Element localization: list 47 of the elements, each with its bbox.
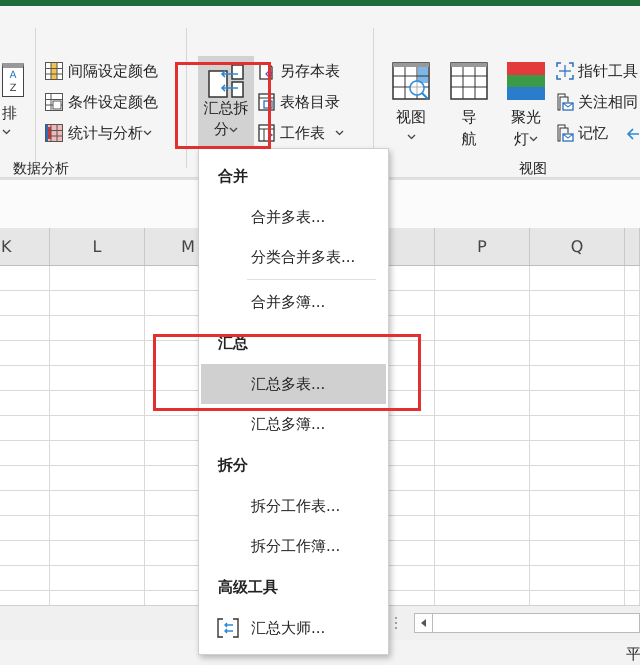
menu-item[interactable]: 汇总多表... (201, 364, 386, 404)
table-search-icon (392, 62, 430, 100)
horizontal-scrollbar[interactable] (414, 613, 640, 633)
ribbon-menu-item[interactable]: 间隔设定颜色 (43, 59, 160, 83)
ribbon-menu-item[interactable]: 另存本表 (258, 59, 340, 83)
group-label: 视图 (519, 160, 547, 179)
ribbon-menu-item[interactable]: 条件设定颜色 (43, 90, 160, 114)
merge-arrows-icon (217, 618, 239, 638)
color-bars-icon (507, 62, 545, 100)
view-button[interactable]: 导 航 (448, 62, 490, 150)
column-header[interactable]: Q (570, 235, 584, 259)
left-arrow-icon[interactable] (626, 127, 640, 141)
table-icon (450, 62, 488, 100)
ribbon-menu-item[interactable]: 工作表 (258, 121, 344, 145)
ribbon-menu-item[interactable]: 统计与分析 (43, 121, 154, 145)
ribbon-menu-item[interactable]: 指针工具 (556, 59, 638, 83)
menu-item[interactable]: 合并多表... (201, 197, 386, 237)
menu-item[interactable]: 汇总大师... (201, 608, 386, 648)
menu-item[interactable]: 分类合并多表... (201, 237, 386, 277)
view-button[interactable]: 聚光 灯 (505, 62, 547, 150)
menu-item[interactable]: 拆分工作簿... (201, 526, 386, 566)
column-header[interactable]: M (181, 235, 195, 259)
drag-handle-icon[interactable] (394, 616, 398, 630)
merge-arrows-icon (208, 64, 244, 98)
file-mail-icon (556, 124, 574, 142)
grid-icon (45, 93, 63, 111)
striped-grid-icon (45, 62, 63, 80)
column-header[interactable]: K (1, 235, 12, 259)
sort-button[interactable]: A Z 排 (2, 63, 24, 135)
file-mail-icon (556, 93, 574, 111)
target-icon (556, 62, 574, 80)
ribbon-menu-item[interactable]: 关注相同 (556, 90, 638, 114)
menu-section-heading: 合并 (218, 166, 248, 187)
sort-icon: A Z (2, 63, 24, 97)
menu-section-heading: 拆分 (218, 454, 248, 476)
view-button[interactable]: 视图 (390, 62, 432, 146)
menu-item[interactable]: 合并多簿... (201, 282, 386, 322)
group-label: 数据分析 (13, 160, 69, 179)
ribbon-menu-item[interactable]: 表格目录 (258, 90, 340, 114)
column-header[interactable]: P (477, 235, 487, 259)
ribbon-menu-item[interactable]: 记忆 (556, 121, 608, 145)
colored-grid-icon (45, 124, 63, 142)
menu-item[interactable]: 汇总多簿... (201, 404, 386, 444)
column-header[interactable]: L (92, 235, 102, 259)
left-triangle-icon (421, 619, 426, 627)
menu-section-heading: 高级工具 (218, 576, 278, 598)
menu-item[interactable]: 拆分工作表... (201, 486, 386, 526)
